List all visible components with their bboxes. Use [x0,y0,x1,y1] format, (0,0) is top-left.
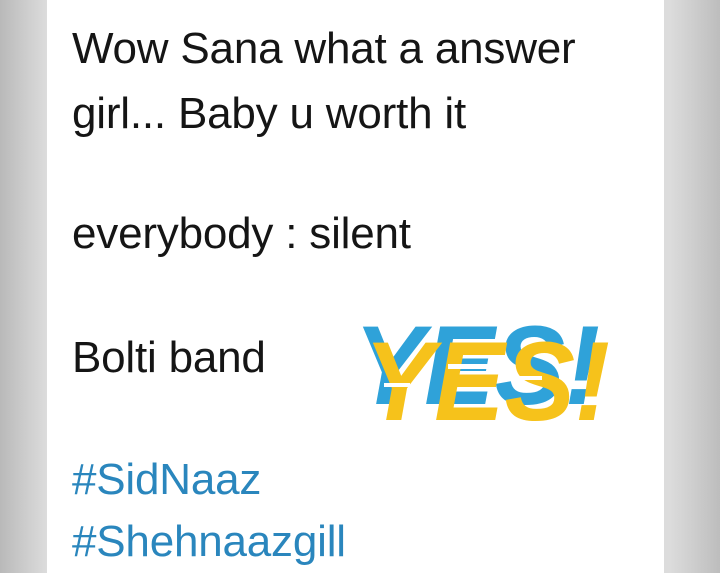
post-text-line-3: everybody : silent [72,209,411,258]
post-text-line-4: Bolti band [72,333,266,382]
post-card: Wow Sana what a answer girl... Baby u wo… [47,0,664,573]
post-text-line-1: Wow Sana what a answer [72,24,576,73]
post-text-line-2: girl... Baby u worth it [72,89,466,138]
yes-sticker: YES! YES! [344,304,619,432]
yes-sticker-text: YES! [364,319,610,432]
hashtag-link-sidnaaz[interactable]: #SidNaaz [72,458,261,502]
hashtag-link-shehnaazgill[interactable]: #Shehnaazgill [72,520,346,564]
